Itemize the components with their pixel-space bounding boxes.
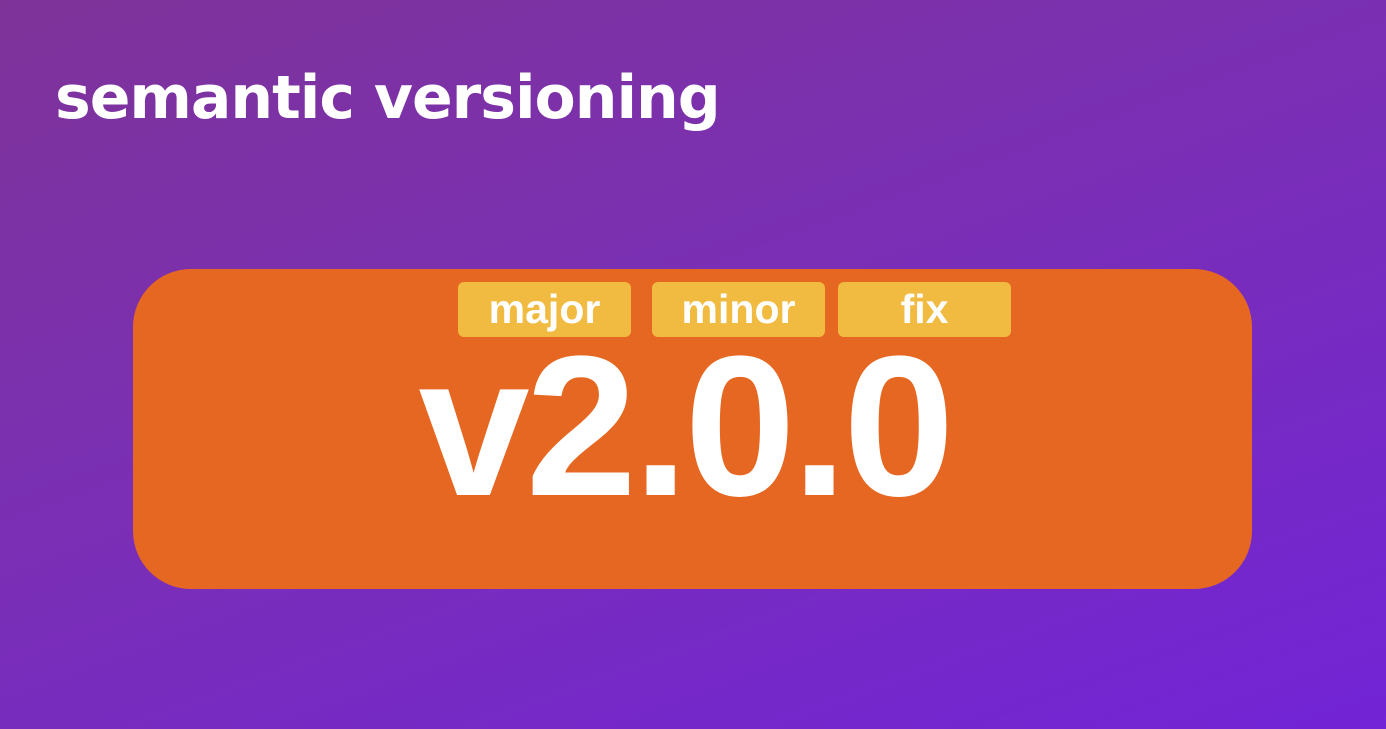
version-card: major minor fix v2.0.0 bbox=[133, 269, 1252, 589]
version-number: v2.0.0 bbox=[418, 315, 954, 538]
slide-title: semantic versioning bbox=[55, 63, 721, 133]
